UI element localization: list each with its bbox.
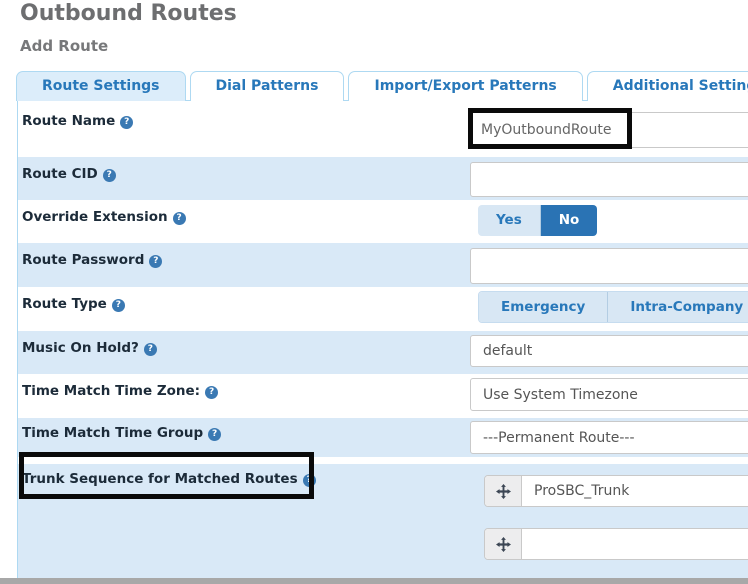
help-icon[interactable]: ?: [120, 116, 133, 129]
trunk-row: [484, 475, 748, 507]
time-zone-select[interactable]: Use System Timezone: [470, 378, 748, 411]
page-title: Outbound Routes: [20, 1, 237, 26]
route-type-group: Emergency Intra-Company: [478, 291, 748, 323]
override-extension-toggle: Yes No: [478, 205, 597, 236]
time-group-label: Time Match Time Group?: [22, 425, 221, 441]
outbound-routes-page: Outbound Routes Add Route Route Settings…: [0, 0, 748, 584]
form-row-time-group: Time Match Time Group? ---Permanent Rout…: [18, 418, 748, 457]
tab-route-settings[interactable]: Route Settings: [16, 71, 186, 101]
move-icon: [496, 537, 511, 552]
trunk-sequence-input-1[interactable]: [522, 476, 748, 506]
music-on-hold-label: Music On Hold??: [22, 340, 157, 356]
page-subtitle: Add Route: [20, 37, 108, 55]
music-on-hold-select[interactable]: default: [470, 335, 748, 367]
form-row-route-name: Route Name?: [18, 101, 748, 157]
tab-import-export-patterns[interactable]: Import/Export Patterns: [348, 71, 582, 101]
route-password-input[interactable]: [470, 248, 748, 284]
help-icon[interactable]: ?: [112, 299, 125, 312]
form-row-route-type: Route Type? Emergency Intra-Company: [18, 287, 748, 331]
help-icon[interactable]: ?: [173, 212, 186, 225]
route-password-label: Route Password?: [22, 252, 162, 268]
help-icon[interactable]: ?: [144, 343, 157, 356]
help-icon[interactable]: ?: [303, 474, 316, 487]
bottom-scroll-strip: [0, 578, 748, 584]
override-extension-no-button[interactable]: No: [540, 205, 598, 236]
route-type-label: Route Type?: [22, 296, 125, 312]
route-cid-label: Route CID?: [22, 166, 116, 182]
time-zone-label: Time Match Time Zone:?: [22, 383, 218, 399]
row-divider: [18, 457, 748, 464]
tab-dial-patterns[interactable]: Dial Patterns: [190, 71, 345, 101]
help-icon[interactable]: ?: [103, 169, 116, 182]
route-type-intra-company-button[interactable]: Intra-Company: [607, 292, 748, 322]
move-icon: [496, 484, 511, 499]
form-row-route-password: Route Password?: [18, 243, 748, 287]
route-type-emergency-button[interactable]: Emergency: [479, 292, 607, 322]
form-row-time-zone: Time Match Time Zone:? Use System Timezo…: [18, 374, 748, 418]
trunk-row: [484, 528, 748, 560]
route-name-input[interactable]: [470, 112, 748, 148]
form-row-music-on-hold: Music On Hold?? default: [18, 331, 748, 374]
route-settings-panel: Route Name? Route CID? Override Extensio…: [17, 100, 748, 578]
tab-additional-settings[interactable]: Additional Settings: [587, 71, 748, 101]
form-row-trunk-sequence: Trunk Sequence for Matched Routes?: [18, 464, 748, 578]
tab-bar: Route Settings Dial Patterns Import/Expo…: [16, 70, 748, 101]
trunk-sequence-input-2[interactable]: [522, 529, 748, 559]
drag-handle[interactable]: [485, 529, 522, 559]
help-icon[interactable]: ?: [205, 386, 218, 399]
time-group-select[interactable]: ---Permanent Route---: [470, 421, 748, 454]
trunk-sequence-label: Trunk Sequence for Matched Routes?: [22, 471, 316, 487]
route-cid-input[interactable]: [470, 162, 748, 197]
override-extension-yes-button[interactable]: Yes: [478, 205, 540, 236]
drag-handle[interactable]: [485, 476, 522, 506]
override-extension-label: Override Extension?: [22, 209, 186, 225]
form-row-route-cid: Route CID?: [18, 157, 748, 200]
route-name-label: Route Name?: [22, 113, 133, 129]
form-row-override-extension: Override Extension? Yes No: [18, 200, 748, 243]
help-icon[interactable]: ?: [208, 428, 221, 441]
help-icon[interactable]: ?: [149, 255, 162, 268]
